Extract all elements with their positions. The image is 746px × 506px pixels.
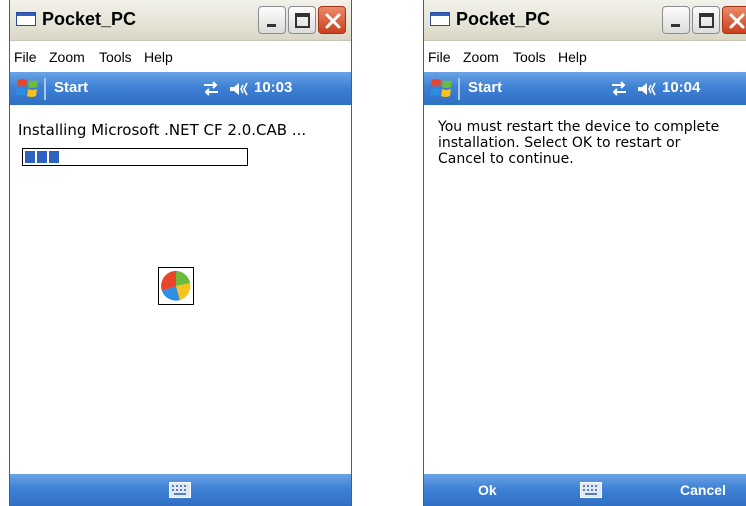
start-label[interactable]: Start <box>54 79 88 96</box>
emulator-window-installing: Pocket_PC File Zoom Tools Help Start 10:… <box>9 0 352 506</box>
keyboard-icon[interactable] <box>580 482 602 498</box>
install-progress-bar <box>22 148 248 166</box>
emulator-window-restart-prompt: Pocket_PC File Zoom Tools Help Start 10:… <box>423 0 746 506</box>
softkey-bar <box>10 474 351 506</box>
close-icon <box>325 13 341 29</box>
menu-bar: File Zoom Tools Help <box>10 41 351 72</box>
menu-bar: File Zoom Tools Help <box>424 41 746 72</box>
clock[interactable]: 10:04 <box>662 79 700 96</box>
close-icon <box>729 13 745 29</box>
connectivity-icon[interactable] <box>608 80 630 98</box>
install-status-label: Installing Microsoft .NET CF 2.0.CAB ... <box>18 121 307 139</box>
minimize-button[interactable] <box>662 6 690 34</box>
title-bar[interactable]: Pocket_PC <box>10 0 351 41</box>
start-label[interactable]: Start <box>468 79 502 96</box>
menu-zoom[interactable]: Zoom <box>463 49 499 65</box>
windows-flag-icon[interactable] <box>16 77 40 99</box>
volume-icon[interactable] <box>228 80 250 98</box>
progress-fill <box>25 151 59 163</box>
restart-message: You must restart the device to complete … <box>438 119 720 167</box>
windows-flag-icon[interactable] <box>430 77 454 99</box>
clock[interactable]: 10:03 <box>254 79 292 96</box>
device-taskbar: Start 10:04 <box>424 72 746 105</box>
title-bar[interactable]: Pocket_PC <box>424 0 746 41</box>
taskbar-separator <box>44 78 46 100</box>
install-screen: Installing Microsoft .NET CF 2.0.CAB ... <box>10 105 351 474</box>
restart-prompt-screen: You must restart the device to complete … <box>424 105 746 474</box>
menu-tools[interactable]: Tools <box>513 49 546 65</box>
menu-tools[interactable]: Tools <box>99 49 132 65</box>
window-title: Pocket_PC <box>42 9 137 29</box>
menu-zoom[interactable]: Zoom <box>49 49 85 65</box>
window-icon <box>16 12 36 26</box>
wait-wheel-icon <box>158 267 194 305</box>
maximize-button[interactable] <box>692 6 720 34</box>
menu-help[interactable]: Help <box>558 49 587 65</box>
close-button[interactable] <box>318 6 346 34</box>
keyboard-icon[interactable] <box>169 482 191 498</box>
menu-help[interactable]: Help <box>144 49 173 65</box>
softkey-bar: Ok Cancel <box>424 474 746 506</box>
maximize-icon <box>699 13 714 28</box>
maximize-icon <box>295 13 310 28</box>
menu-file[interactable]: File <box>14 49 37 65</box>
minimize-icon <box>671 24 680 27</box>
volume-icon[interactable] <box>636 80 658 98</box>
taskbar-separator <box>458 78 460 100</box>
minimize-icon <box>267 24 276 27</box>
cancel-softkey[interactable]: Cancel <box>680 482 726 498</box>
menu-file[interactable]: File <box>428 49 451 65</box>
minimize-button[interactable] <box>258 6 286 34</box>
close-button[interactable] <box>722 6 746 34</box>
window-title: Pocket_PC <box>456 9 551 29</box>
window-icon <box>430 12 450 26</box>
connectivity-icon[interactable] <box>200 80 222 98</box>
ok-softkey[interactable]: Ok <box>478 482 497 498</box>
maximize-button[interactable] <box>288 6 316 34</box>
device-taskbar: Start 10:03 <box>10 72 351 105</box>
